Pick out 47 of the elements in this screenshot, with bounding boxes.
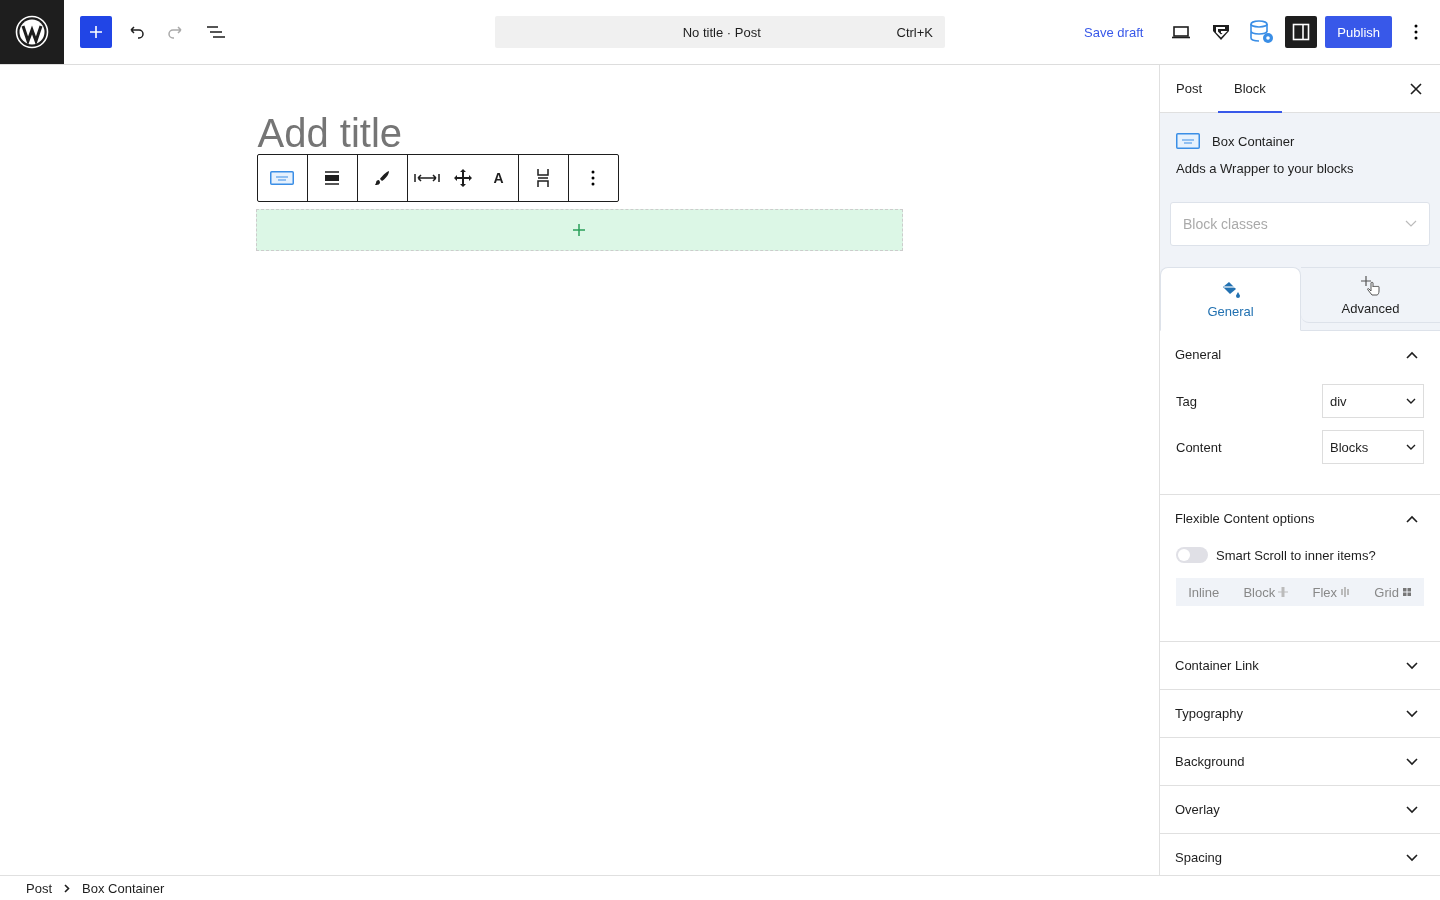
chevron-down-icon xyxy=(1406,757,1418,766)
command-bar[interactable]: No title · Post Ctrl+K xyxy=(495,16,945,48)
chevron-up-icon xyxy=(1406,514,1418,523)
select-field[interactable]: div xyxy=(1322,384,1424,418)
breadcrumb-item[interactable]: Box Container xyxy=(82,880,165,896)
grid-icon xyxy=(1401,587,1412,597)
field-label: Content xyxy=(1176,439,1222,455)
sidebar-tab[interactable]: Post xyxy=(1160,65,1218,113)
wordpress-logo[interactable] xyxy=(0,0,64,64)
title-placeholder[interactable]: Add title xyxy=(257,112,403,154)
panel-header[interactable]: Background xyxy=(1160,738,1440,785)
field-label: Tag xyxy=(1176,393,1197,409)
settings-panel-toggle[interactable] xyxy=(1285,16,1318,48)
chevron-down-icon xyxy=(1406,661,1418,670)
panel-header[interactable]: General xyxy=(1160,331,1440,378)
panel-header[interactable]: Spacing xyxy=(1160,834,1440,875)
plus-icon xyxy=(88,24,104,40)
flex-icon xyxy=(1340,587,1351,597)
panel-header[interactable]: Flexible Content options xyxy=(1160,495,1440,542)
plus-icon xyxy=(572,223,586,237)
panel-header[interactable]: Typography xyxy=(1160,690,1440,737)
chevron-down-icon xyxy=(1406,853,1418,862)
mode-tab[interactable]: General xyxy=(1160,267,1301,331)
sidebar-icon xyxy=(1292,23,1311,41)
breadcrumb-item[interactable]: Post xyxy=(26,880,52,896)
chevron-right-icon xyxy=(64,883,70,893)
chevron-down-icon xyxy=(1406,444,1416,450)
save-draft-link[interactable]: Save draft xyxy=(1084,16,1158,48)
pointer-hand-icon xyxy=(1359,274,1382,297)
block-icon xyxy=(1278,587,1289,597)
publish-button[interactable]: Publish xyxy=(1325,16,1392,48)
toggle-label: Smart Scroll to inner items? xyxy=(1216,547,1376,563)
chevron-down-icon xyxy=(1406,398,1416,404)
chevron-down-icon xyxy=(1405,220,1417,228)
panel-header[interactable]: Overlay xyxy=(1160,786,1440,833)
block-description: Adds a Wrapper to your blocks xyxy=(1176,161,1355,176)
chevron-down-icon xyxy=(1406,805,1418,814)
mode-tab[interactable]: Advanced xyxy=(1301,267,1440,323)
box-container-icon xyxy=(1176,133,1200,149)
text-format-button[interactable]: A xyxy=(480,155,517,201)
panel-header[interactable]: Container Link xyxy=(1160,642,1440,689)
select-field[interactable]: Blocks xyxy=(1322,430,1424,464)
add-block-button[interactable] xyxy=(80,16,112,48)
toggle-switch[interactable] xyxy=(1176,547,1208,563)
chevron-up-icon xyxy=(1406,350,1418,359)
chevron-down-icon xyxy=(1406,709,1418,718)
block-name: Box Container xyxy=(1212,133,1295,149)
